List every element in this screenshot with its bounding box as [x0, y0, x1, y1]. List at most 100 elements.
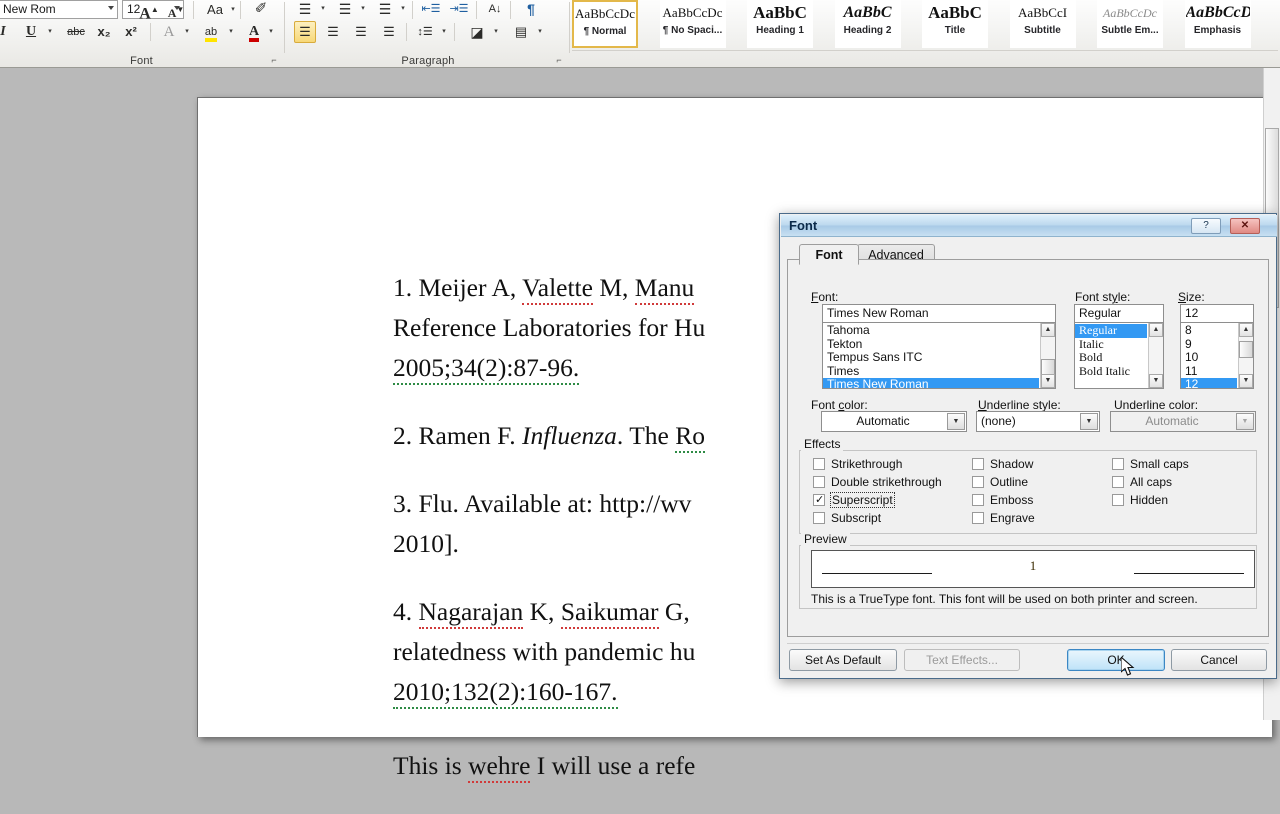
list-item[interactable]: Times New Roman — [823, 377, 1039, 388]
chevron-down-icon[interactable]: ▼ — [1080, 413, 1098, 430]
size-list-scrollbar[interactable]: ▲ ▼ — [1238, 323, 1253, 388]
cancel-button[interactable]: Cancel — [1171, 649, 1267, 671]
style-name: Subtle Em... — [1101, 25, 1159, 36]
italic-button[interactable]: I — [0, 21, 14, 43]
justify-button[interactable]: ☰ — [378, 21, 400, 43]
style-sample: AaBbCcDc — [662, 5, 723, 20]
style-item-heading-2[interactable]: AaBbC Heading 2 — [834, 0, 901, 48]
checkbox-box[interactable] — [1112, 458, 1124, 470]
font-style-list-scrollbar[interactable]: ▲ ▼ — [1148, 323, 1163, 388]
checkbox-box[interactable] — [972, 476, 984, 488]
bullets-button[interactable]: ☰ — [294, 0, 316, 20]
show-formatting-marks-button[interactable]: ¶ — [520, 0, 542, 20]
scrollbar-thumb[interactable] — [1239, 341, 1253, 358]
multilevel-list-button[interactable]: ☰ — [374, 0, 396, 20]
checkbox-box[interactable] — [972, 494, 984, 506]
change-case-button[interactable]: Aa — [200, 0, 230, 21]
font-name-input[interactable]: Times New Roman — [822, 304, 1056, 323]
align-left-button[interactable]: ☰ — [294, 21, 316, 43]
list-item[interactable]: 8 — [1181, 323, 1237, 338]
checkbox-box[interactable] — [813, 512, 825, 524]
style-name: Subtitle — [1024, 25, 1061, 36]
help-button[interactable]: ? — [1191, 218, 1221, 234]
scroll-down-arrow-icon[interactable]: ▼ — [1239, 374, 1253, 388]
font-style-input[interactable]: Regular — [1074, 304, 1164, 323]
list-item[interactable]: 11 — [1181, 364, 1237, 379]
style-item-subtle-em[interactable]: AaBbCcDc Subtle Em... — [1097, 0, 1163, 48]
scroll-up-arrow-icon[interactable]: ▲ — [1239, 323, 1253, 337]
underline-color-dropdown: Automatic ▼ — [1110, 411, 1256, 432]
check-icon: ✓ — [815, 493, 825, 506]
subscript-button[interactable]: x₂ — [93, 21, 115, 43]
ok-button[interactable]: OK — [1067, 649, 1165, 671]
grow-font-button[interactable]: A▲ — [136, 0, 162, 21]
checkbox-box[interactable] — [813, 476, 825, 488]
scroll-up-arrow-icon[interactable]: ▲ — [1041, 323, 1055, 337]
list-item[interactable]: Times — [823, 364, 1039, 379]
list-item[interactable]: Bold — [1075, 350, 1147, 365]
shading-button[interactable]: ◪ — [466, 21, 488, 43]
font-style-list[interactable]: Regular Italic Bold Bold Italic ▲ ▼ — [1074, 322, 1164, 389]
strikethrough-button[interactable]: abc — [62, 21, 90, 43]
list-item[interactable]: Bold Italic — [1075, 364, 1147, 379]
increase-indent-button[interactable]: ⇥☰ — [448, 0, 470, 20]
borders-button[interactable]: ▤ — [510, 21, 532, 43]
mouse-cursor-icon — [1121, 657, 1135, 676]
numbering-button[interactable]: ☰ — [334, 0, 356, 20]
chevron-down-icon: ▾ — [442, 28, 446, 35]
style-item-no-spaci[interactable]: AaBbCcDc ¶ No Spaci... — [659, 0, 726, 48]
checkbox-label: Hidden — [1130, 493, 1169, 507]
text-effects-button[interactable]: A — [158, 21, 180, 43]
font-color-button[interactable]: A — [242, 21, 266, 43]
style-item-subtitle[interactable]: AaBbCcI Subtitle — [1009, 0, 1076, 48]
align-right-button[interactable]: ☰ — [350, 21, 372, 43]
style-item-title[interactable]: AaBbC Title — [922, 0, 988, 48]
font-color-dropdown[interactable]: Automatic ▼ — [821, 411, 967, 432]
paragraph-dialog-launcher[interactable]: ⌐ — [553, 54, 565, 66]
list-item[interactable]: 9 — [1181, 337, 1237, 352]
style-item-heading-1[interactable]: AaBbC Heading 1 — [747, 0, 813, 48]
tab-font[interactable]: Font — [799, 244, 859, 265]
checkbox-box[interactable] — [972, 512, 984, 524]
size-input[interactable]: 12 — [1180, 304, 1254, 323]
scroll-down-arrow-icon[interactable]: ▼ — [1041, 374, 1055, 388]
checkbox-box[interactable]: ✓ — [813, 493, 825, 506]
dialog-titlebar[interactable]: Font ? ✕ — [781, 215, 1277, 237]
size-list[interactable]: 8 9 10 11 12 ▲ ▼ — [1180, 322, 1254, 389]
underline-color-label: Underline color: — [1114, 398, 1199, 412]
list-item[interactable]: 12 — [1181, 377, 1237, 388]
style-item-normal[interactable]: AaBbCcDc ¶ Normal — [572, 0, 638, 48]
chevron-down-icon[interactable]: ▼ — [947, 413, 965, 430]
text-highlight-color-button[interactable]: ab — [198, 21, 224, 43]
line-spacing-button[interactable]: ↕☰ — [414, 21, 436, 43]
underline-style-value: (none) — [981, 414, 1016, 428]
scroll-down-arrow-icon[interactable]: ▼ — [1149, 374, 1163, 388]
close-button[interactable]: ✕ — [1230, 218, 1260, 234]
font-list-scrollbar[interactable]: ▲ ▼ — [1040, 323, 1055, 388]
shrink-font-button[interactable]: A▼ — [163, 0, 189, 21]
checkbox-box[interactable] — [1112, 494, 1124, 506]
clear-formatting-button[interactable]: ✐ — [250, 0, 272, 20]
sort-button[interactable]: A↓ — [484, 0, 506, 20]
align-center-button[interactable]: ☰ — [322, 21, 344, 43]
checkbox-box[interactable] — [1112, 476, 1124, 488]
checkbox-box[interactable] — [972, 458, 984, 470]
set-as-default-button[interactable]: Set As Default — [789, 649, 897, 671]
list-item[interactable]: 10 — [1181, 350, 1237, 365]
style-item-emphasis[interactable]: AaBbCcDc Emphasis — [1184, 0, 1251, 48]
font-list[interactable]: Tahoma Tekton Tempus Sans ITC Times Times Ne… — [822, 322, 1056, 389]
list-item[interactable]: Regular — [1075, 323, 1147, 338]
underline-button[interactable]: U — [20, 21, 42, 43]
footer-divider — [787, 643, 1269, 644]
list-item[interactable]: Tahoma — [823, 323, 1039, 338]
decrease-indent-button[interactable]: ⇤☰ — [420, 0, 442, 20]
font-name-combo[interactable]: New Rom — [0, 0, 118, 19]
checkbox-box[interactable] — [813, 458, 825, 470]
list-item[interactable]: Italic — [1075, 337, 1147, 352]
underline-style-dropdown[interactable]: (none) ▼ — [976, 411, 1100, 432]
font-dialog-launcher[interactable]: ⌐ — [268, 54, 280, 66]
superscript-button[interactable]: x² — [120, 21, 142, 43]
list-item[interactable]: Tempus Sans ITC — [823, 350, 1039, 365]
scroll-up-arrow-icon[interactable]: ▲ — [1149, 323, 1163, 337]
list-item[interactable]: Tekton — [823, 337, 1039, 352]
